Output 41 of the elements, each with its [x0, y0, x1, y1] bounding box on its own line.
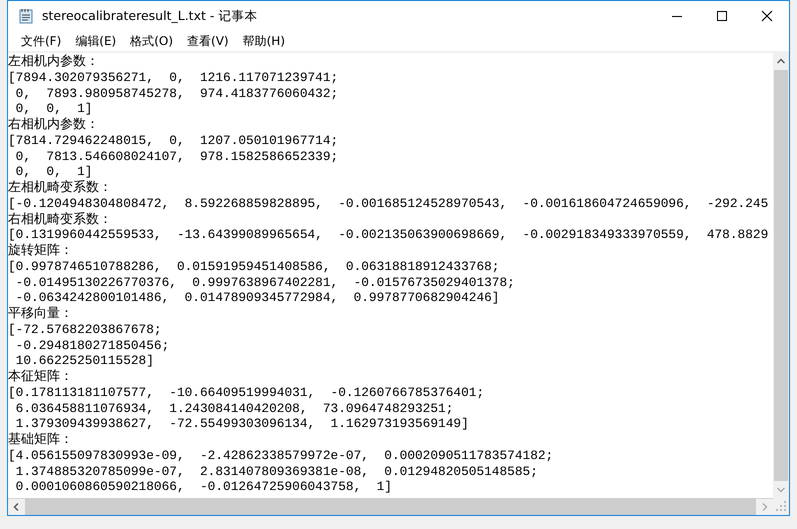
maximize-icon: [716, 10, 728, 22]
text-line: 左相机畸变系数：: [8, 180, 112, 196]
menu-item[interactable]: 文件(F): [14, 32, 68, 50]
text-line: [7814.729462248015, 0, 1207.050101967714;: [8, 132, 338, 148]
text-line: [4.056155097830993e-09, -2.42862338579972e-07, 0.0002090511783574182;: [8, 448, 554, 464]
text-line: [0.178113181107577, -10.66409519994031, -0.1260766785376401;: [8, 384, 484, 400]
text-line: 基础矩阵：: [8, 432, 73, 448]
text-line: 0.0001060860590218066, -0.01264725906043758, 1]: [14, 479, 392, 495]
text-line: 本征矩阵：: [8, 369, 73, 385]
text-line: -0.01495130226770376, 0.9997638967402281, -0.01576735029401378;: [14, 274, 515, 290]
close-icon: [760, 10, 772, 22]
scrollbar-thumb[interactable]: [774, 70, 788, 481]
text-line: 0, 0, 1]: [14, 164, 92, 180]
text-line: 0, 7813.546608024107, 978.1582586652339;: [14, 148, 338, 164]
scroll-left-icon[interactable]: [8, 498, 25, 514]
text-line: [-72.57682203867678;: [8, 322, 162, 338]
menu-item[interactable]: 帮助(H): [236, 32, 292, 50]
text-line: 1.379309439938627, -72.55499303096134, 1.162973193569149]: [14, 416, 469, 432]
notepad-icon: [18, 8, 34, 24]
text-line: [-0.1204948304808472, 8.592268859828895, -0.001685124528970543, -0.001618604724659096, -292.245: [8, 196, 768, 212]
text-line: 平移向量：: [8, 306, 73, 322]
scroll-right-icon[interactable]: [756, 498, 773, 514]
text-line: 右相机内参数：: [8, 117, 99, 133]
text-line: 10.66225250115528]: [14, 353, 154, 369]
window-title: stereocalibrateresult_L.txt - 记事本: [42, 8, 258, 24]
text-line: [0.1319960442559533, -13.64399089965654, -0.002135063900698669, -0.002918349333970559, 478.8829: [8, 227, 768, 243]
text-line: 旋转矩阵：: [8, 243, 73, 259]
text-line: 0, 0, 1]: [14, 101, 92, 117]
vertical-scrollbar[interactable]: [773, 53, 789, 498]
text-line: 0, 7893.980958745278, 974.4183776060432;: [14, 86, 338, 102]
text-line: 6.036458811076934, 1.243084140420208, 73.0964748293251;: [14, 400, 454, 416]
text-line: -0.0634242800101486, 0.01478909345772984, 0.9978770682904246]: [14, 290, 500, 306]
text-line: 右相机畸变系数：: [8, 212, 112, 228]
menu-item[interactable]: 格式(O): [123, 32, 180, 50]
text-line: 1.374885320785099e-07, 2.831407809369381e-08, 0.01294820505148585;: [14, 464, 538, 480]
menu-item[interactable]: 查看(V): [180, 32, 236, 50]
text-line: -0.2948180271850456;: [14, 338, 170, 354]
text-line: 左相机内参数：: [8, 54, 99, 70]
menu-item[interactable]: 编辑(E): [68, 32, 124, 50]
text-line: [7894.302079356271, 0, 1216.117071239741;: [8, 70, 338, 86]
text-line: [0.9978746510788286, 0.01591959451408586, 0.06318818912433768;: [8, 258, 500, 274]
